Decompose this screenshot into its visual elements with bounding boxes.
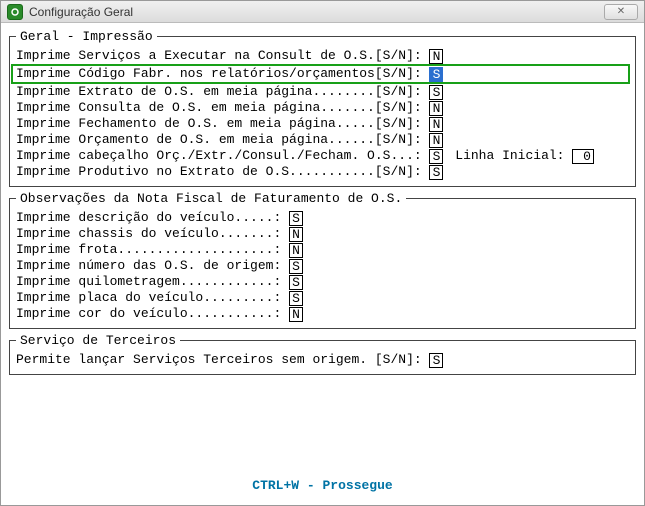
config-row: Imprime Consulta de O.S. em meia página.… [16,100,629,116]
value-input[interactable]: N [289,307,303,322]
group-legend: Geral - Impressão [16,29,157,44]
config-row: Imprime Orçamento de O.S. em meia página… [16,132,629,148]
row-label: Imprime Serviços a Executar na Consult d… [16,48,429,64]
group-legend: Observações da Nota Fiscal de Faturament… [16,191,406,206]
config-row: Imprime cabeçalho Orç./Extr./Consul./Fec… [16,148,629,164]
value-input[interactable]: S [429,149,443,164]
row-label: Imprime cor do veículo...........: [16,306,289,322]
app-icon [7,4,23,20]
window-title: Configuração Geral [29,5,133,19]
row-label: Imprime Fechamento de O.S. em meia págin… [16,116,429,132]
value-input[interactable]: S [289,291,303,306]
row-label: Imprime chassis do veículo.......: [16,226,289,242]
config-row: Imprime frota....................: N [16,242,629,258]
close-button[interactable]: ✕ [604,4,638,20]
value-input[interactable]: S [429,67,443,82]
value-input[interactable]: S [429,85,443,100]
value-input[interactable]: N [429,133,443,148]
row-label: Imprime quilometragem............: [16,274,289,290]
config-row: Imprime descrição do veículo.....: S [16,210,629,226]
config-row: Imprime placa do veículo.........: S [16,290,629,306]
row-label: Imprime Produtivo no Extrato de O.S.....… [16,164,429,180]
extra-value-input[interactable]: 0 [572,149,594,164]
row-label: Imprime Extrato de O.S. em meia página..… [16,84,429,100]
config-row: Imprime chassis do veículo.......: N [16,226,629,242]
config-window: Configuração Geral ✕ Geral - Impressão I… [0,0,645,506]
extra-label: Linha Inicial: [447,148,572,164]
value-input[interactable]: S [429,353,443,368]
row-label: Imprime placa do veículo.........: [16,290,289,306]
content-area: Geral - Impressão Imprime Serviços a Exe… [1,23,644,505]
config-row: Imprime cor do veículo...........: N [16,306,629,322]
value-input[interactable]: N [289,243,303,258]
close-icon: ✕ [617,6,625,17]
row-label: Imprime Código Fabr. nos relatórios/orça… [16,66,429,82]
titlebar-left: Configuração Geral [7,4,133,20]
config-row: Imprime Fechamento de O.S. em meia págin… [16,116,629,132]
value-input[interactable]: S [429,165,443,180]
titlebar: Configuração Geral ✕ [1,1,644,23]
config-row: Imprime Produtivo no Extrato de O.S.....… [16,164,629,180]
row-label: Imprime cabeçalho Orç./Extr./Consul./Fec… [16,148,429,164]
config-row: Imprime Serviços a Executar na Consult d… [16,48,629,64]
row-label: Imprime número das O.S. de origem: [16,258,289,274]
config-row: Imprime Extrato de O.S. em meia página..… [16,84,629,100]
footer-hint: CTRL+W - Prossegue [9,472,636,501]
value-input[interactable]: N [429,49,443,64]
row-label: Permite lançar Serviços Terceiros sem or… [16,352,429,368]
group-observacoes-nf: Observações da Nota Fiscal de Faturament… [9,191,636,329]
group-legend: Serviço de Terceiros [16,333,180,348]
value-input[interactable]: S [289,211,303,226]
spacer [9,379,636,472]
value-input[interactable]: N [289,227,303,242]
value-input[interactable]: S [289,259,303,274]
row-label: Imprime Orçamento de O.S. em meia página… [16,132,429,148]
row-label: Imprime descrição do veículo.....: [16,210,289,226]
config-row: Imprime número das O.S. de origem: S [16,258,629,274]
value-input[interactable]: N [429,117,443,132]
config-row: Imprime quilometragem............: S [16,274,629,290]
row-label: Imprime Consulta de O.S. em meia página.… [16,100,429,116]
config-row: Permite lançar Serviços Terceiros sem or… [16,352,629,368]
value-input[interactable]: N [429,101,443,116]
value-input[interactable]: S [289,275,303,290]
group-servico-terceiros: Serviço de Terceiros Permite lançar Serv… [9,333,636,375]
group-geral-impressao: Geral - Impressão Imprime Serviços a Exe… [9,29,636,187]
row-label: Imprime frota....................: [16,242,289,258]
config-row: Imprime Código Fabr. nos relatórios/orça… [11,64,630,84]
